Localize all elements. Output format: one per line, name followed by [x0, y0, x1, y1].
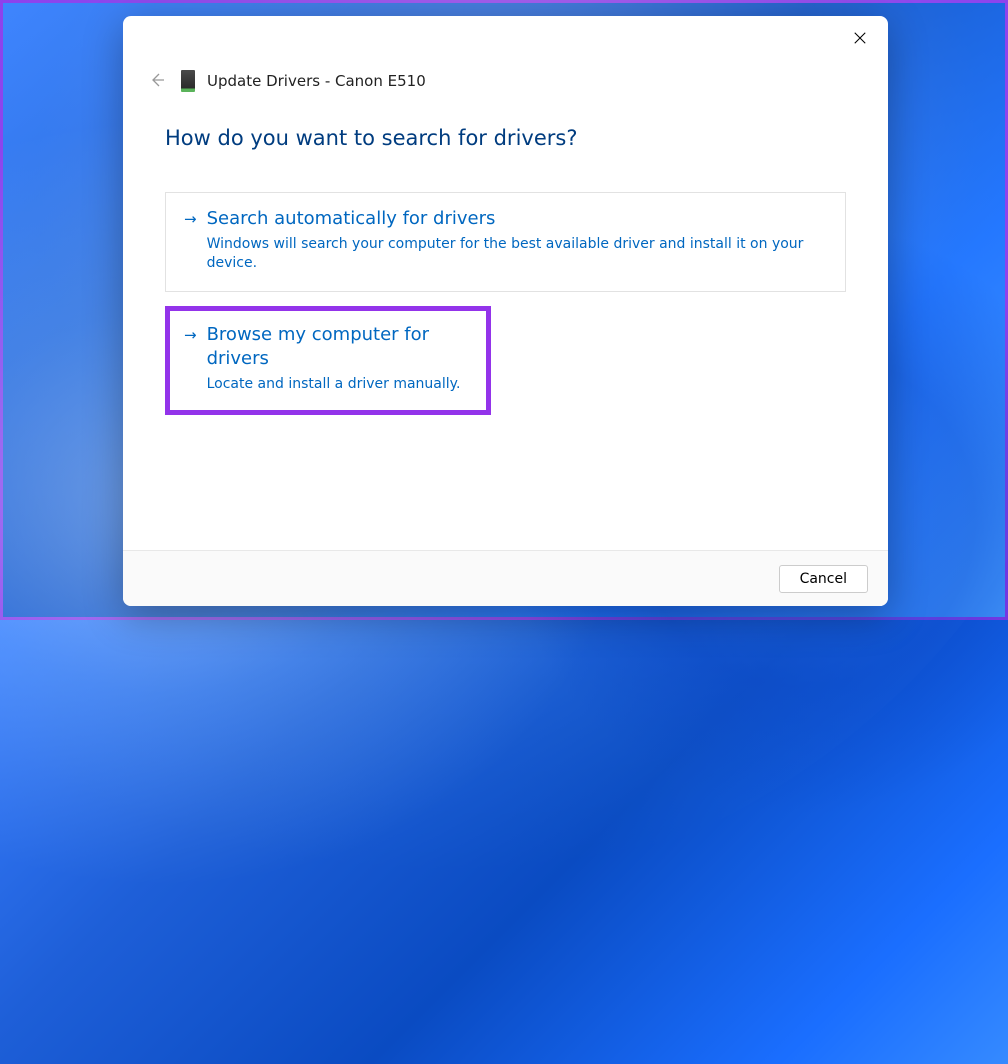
update-drivers-dialog: Update Drivers - Canon E510 How do you w…: [123, 16, 888, 606]
arrow-right-icon: →: [184, 207, 197, 273]
close-icon: [853, 31, 867, 45]
option-title: Search automatically for drivers: [207, 207, 827, 231]
options-list: → Search automatically for drivers Windo…: [123, 150, 888, 415]
back-button[interactable]: [149, 72, 167, 90]
option-description: Windows will search your computer for th…: [207, 235, 827, 273]
cancel-button[interactable]: Cancel: [779, 565, 868, 593]
option-search-automatically[interactable]: → Search automatically for drivers Windo…: [165, 192, 846, 292]
close-button[interactable]: [848, 26, 872, 50]
dialog-heading: How do you want to search for drivers?: [123, 92, 888, 150]
title-bar: Update Drivers - Canon E510: [123, 16, 888, 92]
option-content: Search automatically for drivers Windows…: [207, 207, 827, 273]
option-description: Locate and install a driver manually.: [207, 375, 472, 394]
dialog-title: Update Drivers - Canon E510: [207, 72, 426, 90]
option-browse-computer[interactable]: → Browse my computer for drivers Locate …: [165, 306, 491, 415]
dialog-footer: Cancel: [123, 550, 888, 606]
option-title: Browse my computer for drivers: [207, 323, 472, 371]
back-arrow-icon: [149, 72, 165, 88]
device-icon: [181, 70, 195, 92]
arrow-right-icon: →: [184, 323, 197, 394]
option-content: Browse my computer for drivers Locate an…: [207, 323, 472, 394]
